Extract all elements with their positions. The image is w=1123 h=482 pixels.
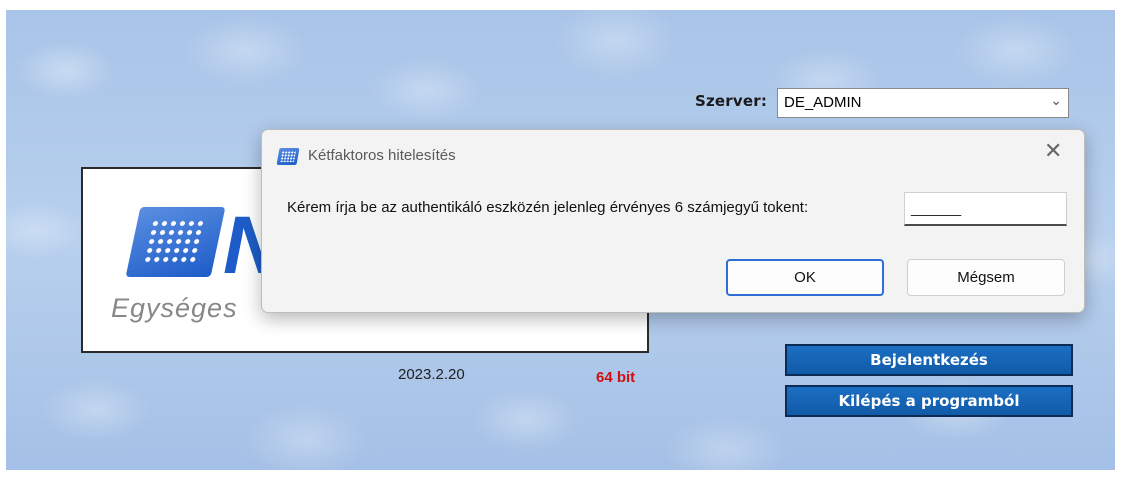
server-label: Szerver: [695,92,768,110]
dialog-title: Kétfaktoros hitelesítés [308,147,456,164]
app-logo-icon [125,207,226,277]
dialog-app-icon [276,148,300,165]
token-input[interactable]: ______ [904,192,1067,226]
cancel-button[interactable]: Mégsem [907,259,1065,296]
chevron-down-icon: ⌄ [1050,92,1062,108]
logo-subtitle: Egységes [111,293,238,323]
bits-label: 64 bit [596,369,636,386]
close-icon[interactable]: ✕ [1044,140,1062,162]
two-factor-dialog: Kétfaktoros hitelesítés ✕ Kérem írja be … [261,129,1085,313]
server-select-value: DE_ADMIN [784,94,862,111]
dialog-prompt: Kérem írja be az authentikáló eszközén j… [287,199,809,216]
ok-button[interactable]: OK [726,259,884,296]
exit-button[interactable]: Kilépés a programból [785,385,1073,417]
version-label: 2023.2.20 [398,366,465,383]
login-button[interactable]: Bejelentkezés [785,344,1073,376]
server-select[interactable]: DE_ADMIN ⌄ [777,88,1069,118]
